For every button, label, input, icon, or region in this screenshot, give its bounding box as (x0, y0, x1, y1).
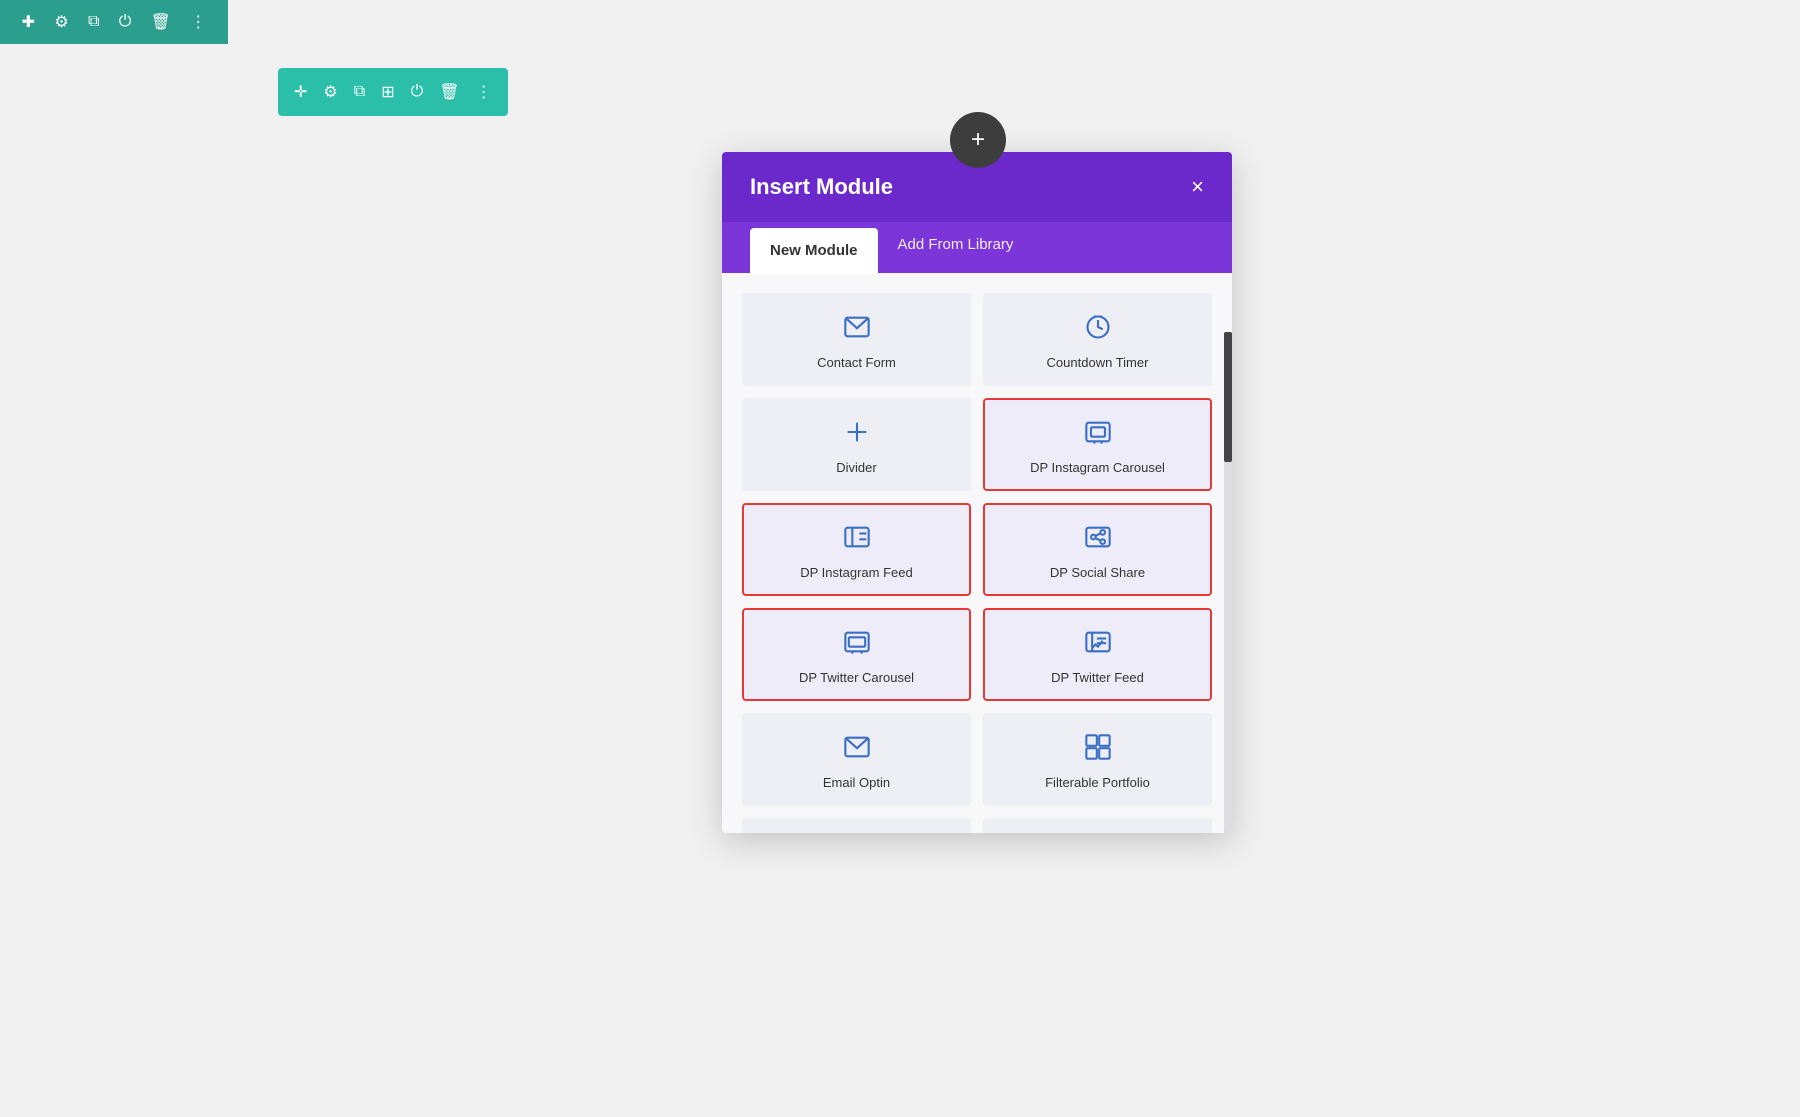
scrollbar[interactable] (1224, 332, 1232, 833)
mid-ellipsis-icon[interactable]: ⋮ (476, 82, 492, 102)
modal-tabs: New Module Add From Library (722, 222, 1232, 273)
mid-copy-icon[interactable]: ⧉ (354, 83, 365, 101)
dp-instagram-carousel-label: DP Instagram Carousel (1030, 460, 1165, 475)
module-contact-form[interactable]: Contact Form (742, 293, 971, 386)
module-countdown-timer[interactable]: Countdown Timer (983, 293, 1212, 386)
countdown-timer-icon (1084, 313, 1112, 347)
tab-new-module[interactable]: New Module (750, 228, 878, 274)
dp-instagram-feed-icon (843, 523, 871, 557)
plus-icon: + (971, 126, 985, 154)
dp-twitter-feed-icon (1084, 628, 1112, 662)
top-copy-icon[interactable]: ⧉ (88, 13, 99, 31)
contact-form-icon (843, 313, 871, 347)
filterable-portfolio-icon (1084, 733, 1112, 767)
insert-module-button[interactable]: + (950, 112, 1006, 168)
module-filterable-portfolio[interactable]: Filterable Portfolio (983, 713, 1212, 806)
mid-move-icon[interactable]: ✛ (294, 82, 307, 102)
divider-label: Divider (836, 460, 876, 475)
top-toolbar: ✚ ⚙ ⧉ ⏻ 🗑 ⋮ (0, 0, 228, 44)
dp-twitter-carousel-label: DP Twitter Carousel (799, 670, 914, 685)
dp-instagram-carousel-icon (1084, 418, 1112, 452)
dp-twitter-carousel-icon (843, 628, 871, 662)
module-dp-instagram-carousel[interactable]: DP Instagram Carousel (983, 398, 1212, 491)
module-grid: Contact Form Countdown Timer (742, 293, 1212, 833)
module-divider[interactable]: Divider (742, 398, 971, 491)
email-optin-label: Email Optin (823, 775, 890, 790)
filterable-portfolio-label: Filterable Portfolio (1045, 775, 1150, 790)
contact-form-label: Contact Form (817, 355, 896, 370)
mid-power-icon[interactable]: ⏻ (411, 83, 424, 101)
module-list: Contact Form Countdown Timer (722, 273, 1232, 833)
module-dp-instagram-feed[interactable]: DP Instagram Feed (742, 503, 971, 596)
top-trash-icon[interactable]: 🗑 (151, 12, 171, 32)
module-dp-twitter-carousel[interactable]: DP Twitter Carousel (742, 608, 971, 701)
module-email-optin[interactable]: Email Optin (742, 713, 971, 806)
tab-add-from-library[interactable]: Add From Library (878, 222, 1034, 274)
module-dp-social-share[interactable]: DP Social Share (983, 503, 1212, 596)
email-optin-icon (843, 733, 871, 767)
module-icon[interactable]: Icon (983, 818, 1212, 833)
module-dp-twitter-feed[interactable]: DP Twitter Feed (983, 608, 1212, 701)
mid-grid-icon[interactable]: ⊞ (381, 82, 394, 102)
mid-trash-icon[interactable]: 🗑 (439, 82, 459, 102)
mid-toolbar: ✛ ⚙ ⧉ ⊞ ⏻ 🗑 ⋮ (278, 68, 508, 116)
modal-close-button[interactable]: × (1191, 176, 1204, 198)
module-gallery[interactable]: Gallery (742, 818, 971, 833)
divider-icon (843, 418, 871, 452)
dp-social-share-label: DP Social Share (1050, 565, 1145, 580)
top-power-icon[interactable]: ⏻ (119, 13, 132, 31)
modal-title: Insert Module (750, 174, 893, 200)
scroll-thumb[interactable] (1224, 332, 1232, 462)
dp-twitter-feed-label: DP Twitter Feed (1051, 670, 1144, 685)
countdown-timer-label: Countdown Timer (1047, 355, 1149, 370)
top-plus-icon[interactable]: ✚ (22, 12, 35, 32)
top-gear-icon[interactable]: ⚙ (54, 12, 68, 32)
dp-social-share-icon (1084, 523, 1112, 557)
dp-instagram-feed-label: DP Instagram Feed (800, 565, 912, 580)
insert-module-modal: Insert Module × New Module Add From Libr… (722, 152, 1232, 833)
top-ellipsis-icon[interactable]: ⋮ (190, 12, 206, 32)
mid-gear-icon[interactable]: ⚙ (323, 82, 337, 102)
